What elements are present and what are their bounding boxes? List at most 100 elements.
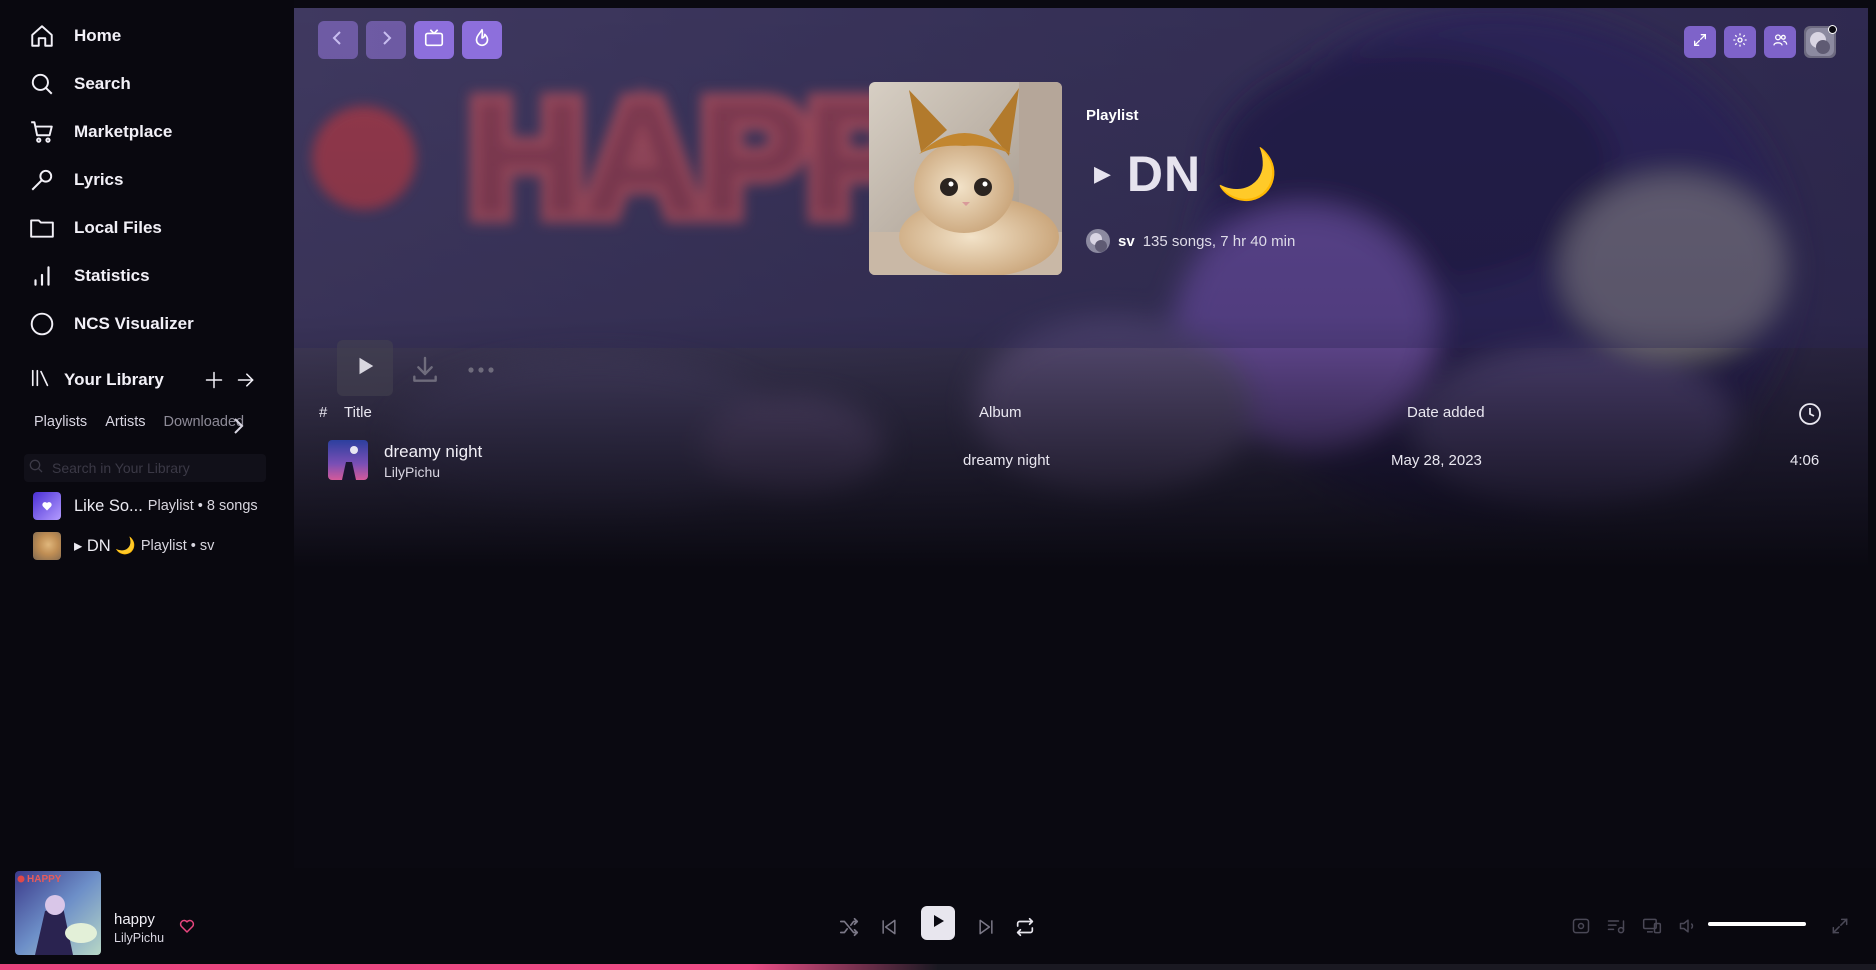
chevron-right-icon [378,30,394,51]
playlist-stats: 135 songs, 7 hr 40 min [1142,232,1296,250]
chip-artists[interactable]: Artists [105,414,145,438]
playlist-title: ▶ DN 🌙 [1094,144,1279,204]
nav-statistics-label: Statistics [74,266,150,285]
library-item-liked-songs[interactable]: Like So... Playlist • 8 songs [33,491,283,521]
playlist-type-label: Playlist [1086,107,1139,124]
home-icon [28,22,56,50]
now-playing-art[interactable]: HAPPY [15,871,101,955]
now-playing-title[interactable]: happy [114,911,155,928]
nav-home[interactable]: Home [28,18,278,54]
column-title[interactable]: Title [344,404,372,421]
chevron-right-icon[interactable] [230,416,246,436]
nav-local-files-label: Local Files [74,218,162,237]
track-duration: 4:06 [1790,452,1820,469]
nav-marketplace[interactable]: Marketplace [28,114,278,150]
playlist-owner: sv 135 songs, 7 hr 40 min [1086,228,1295,254]
heart-icon[interactable] [178,917,196,935]
track-artist[interactable]: LilyPichu [384,464,440,480]
flame-icon [471,27,493,54]
create-playlist-button[interactable] [202,368,226,392]
track-title[interactable]: dreamy night [384,442,482,462]
friends-button[interactable] [1764,26,1796,58]
play-playlist-button[interactable] [337,340,393,396]
chevron-left-icon [330,30,346,51]
library-filter-chips: Playlists Artists Downloaded [34,414,248,438]
header-band [294,8,1868,348]
play-icon [354,355,376,382]
now-playing-artist[interactable]: LilyPichu [114,931,164,945]
download-icon[interactable] [409,354,441,386]
playback-progress-bar[interactable] [0,964,1876,970]
expand-icon [1692,32,1708,53]
repeat-icon[interactable] [1012,914,1038,940]
notification-dot [1828,25,1837,34]
more-options-icon[interactable] [466,360,496,380]
fullscreen-button[interactable] [1684,26,1716,58]
column-index: # [319,404,328,421]
user-avatar[interactable] [1804,25,1837,58]
play-marker-icon: ▶ [1094,161,1111,186]
nav-ncs-visualizer-label: NCS Visualizer [74,314,194,333]
heart-icon [33,492,61,520]
gear-icon [1732,32,1748,53]
fullscreen-icon[interactable] [1828,914,1852,938]
library-item-dn[interactable]: ▸ DN 🌙 Playlist • sv [33,531,283,561]
shuffle-icon[interactable] [836,914,862,940]
search-icon [28,458,44,479]
tv-icon [423,27,445,54]
column-date-added[interactable]: Date added [1407,404,1485,421]
settings-button[interactable] [1724,26,1756,58]
chip-playlists[interactable]: Playlists [34,414,87,438]
track-row[interactable]: dreamy night LilyPichu dreamy night May … [322,434,1842,484]
next-icon[interactable] [973,914,999,940]
volume-slider[interactable] [1708,922,1806,926]
sidebar: Home Search Marketplace Lyrics Local Fil… [0,0,294,868]
playlist-cover [869,82,1062,275]
player-bar: HAPPY happy LilyPichu [0,868,1876,970]
playlist-title-text: DN 🌙 [1126,145,1280,202]
library-item-meta: Playlist • 8 songs [147,498,258,514]
volume-icon[interactable] [1676,914,1700,938]
playback-progress-fill [0,964,938,970]
clock-icon [1798,402,1822,430]
nav-search-label: Search [74,74,131,93]
library-item-name: Like So... [74,496,143,515]
search-icon [28,70,56,98]
volume-level [1708,922,1806,926]
play-icon [930,913,946,934]
owner-name[interactable]: sv [1118,233,1135,250]
library-search-input[interactable] [52,460,252,476]
previous-icon[interactable] [876,914,902,940]
nav-marketplace-label: Marketplace [74,122,173,141]
nav-statistics[interactable]: Statistics [28,258,278,294]
nav-search[interactable]: Search [28,66,278,102]
circle-icon [28,310,56,338]
devices-icon[interactable] [1640,914,1664,938]
library-header[interactable]: Your Library [30,364,270,396]
nav-local-files[interactable]: Local Files [28,210,278,246]
library-icon [30,367,52,394]
flame-button[interactable] [462,21,502,59]
nav-lyrics[interactable]: Lyrics [28,162,278,198]
bar-chart-icon [28,262,56,290]
library-item-meta: Playlist • sv [140,538,215,554]
nav-home-label: Home [74,26,122,45]
track-album[interactable]: dreamy night [963,452,1050,469]
track-date-added: May 28, 2023 [1391,452,1482,469]
library-item-name: ▸ DN 🌙 [74,537,136,555]
owner-avatar [1086,229,1110,253]
microphone-icon [28,166,56,194]
nav-ncs-visualizer[interactable]: NCS Visualizer [28,306,278,342]
now-playing-view-icon[interactable] [1569,914,1593,938]
lyrics-icon[interactable] [1604,914,1628,938]
expand-library-button[interactable] [234,368,258,392]
forward-button[interactable] [366,21,406,59]
tv-button[interactable] [414,21,454,59]
back-button[interactable] [318,21,358,59]
column-album[interactable]: Album [979,404,1022,421]
playlist-thumbnail [33,532,61,560]
users-icon [1772,32,1788,53]
play-pause-button[interactable] [921,906,955,940]
track-art [328,440,368,480]
folder-icon [28,214,56,242]
